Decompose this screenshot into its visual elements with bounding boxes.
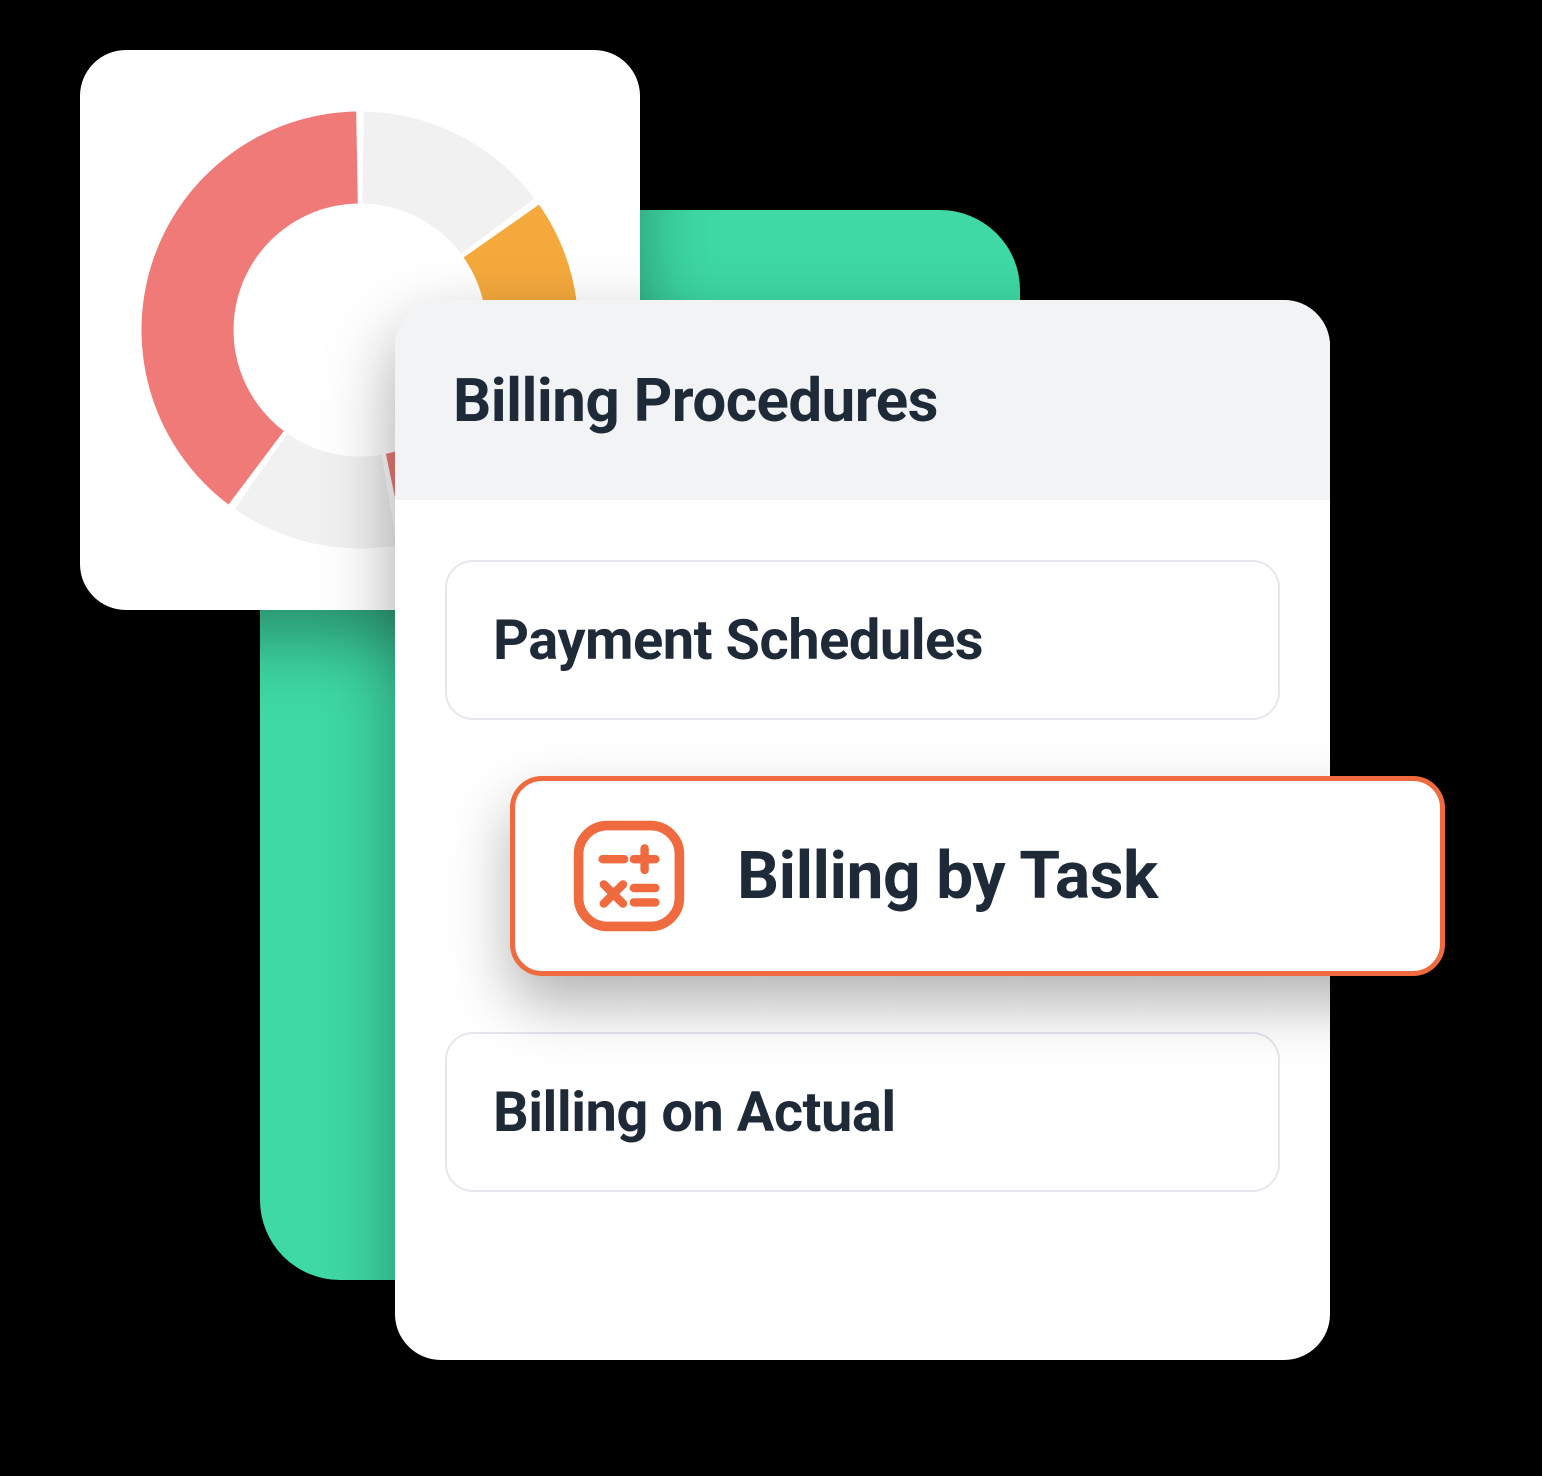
stage: Billing Procedures Payment Schedules Bil… (0, 0, 1542, 1476)
option-payment-schedules[interactable]: Payment Schedules (445, 560, 1280, 720)
card-title: Billing Procedures (453, 365, 938, 436)
option-label: Billing by Task (737, 838, 1158, 915)
option-billing-on-actual[interactable]: Billing on Actual (445, 1032, 1280, 1192)
option-label: Payment Schedules (493, 607, 983, 673)
option-billing-by-task[interactable]: Billing by Task (510, 776, 1445, 976)
calculator-icon (569, 816, 689, 936)
options-list: Payment Schedules Billing on Actual Bill (395, 500, 1330, 1242)
billing-procedures-card: Billing Procedures Payment Schedules Bil… (395, 300, 1330, 1360)
option-label: Billing on Actual (493, 1079, 896, 1145)
card-header: Billing Procedures (395, 300, 1330, 500)
